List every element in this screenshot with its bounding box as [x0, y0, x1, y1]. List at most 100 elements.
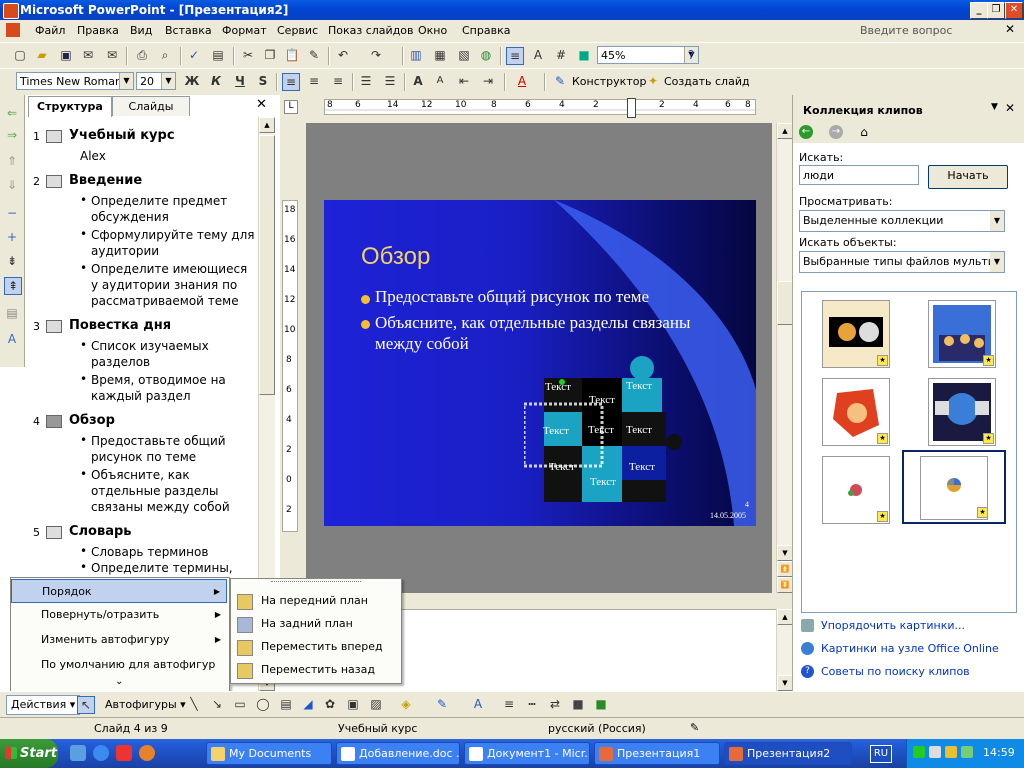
decrease-indent-icon[interactable]: ⇤ — [456, 73, 472, 89]
task-my-documents[interactable]: My Documents — [206, 742, 332, 765]
quicklaunch-ie-icon[interactable] — [93, 745, 109, 761]
scroll-down-icon[interactable]: ▼ — [777, 545, 793, 561]
search-input[interactable]: люди — [799, 165, 919, 185]
3d-icon[interactable]: ■ — [593, 696, 609, 712]
slide-title-text[interactable]: Обзор — [361, 243, 430, 271]
arrow-style-icon[interactable]: ⇄ — [547, 696, 563, 712]
tab-slides[interactable]: Слайды — [112, 96, 190, 116]
arrow-icon[interactable]: ↘ — [209, 696, 225, 712]
clip-thumbnail[interactable]: ★ — [928, 378, 996, 446]
tray-security-icon[interactable] — [945, 746, 957, 758]
print-icon[interactable]: ⎙ — [134, 47, 150, 63]
numbering-icon[interactable]: ☰ — [358, 73, 374, 89]
underline-button[interactable]: Ч — [232, 73, 248, 89]
media-types-select[interactable]: Выбранные типы файлов мультимед ▼ — [799, 251, 1005, 273]
copy-icon[interactable]: ❐ — [262, 47, 278, 63]
clip-thumbnail[interactable]: ★ — [822, 300, 890, 368]
bring-forward-item[interactable]: Переместить вперед — [231, 635, 399, 659]
wordart-icon[interactable]: ◢ — [300, 696, 316, 712]
hyperlink-icon[interactable]: ◍ — [478, 47, 494, 63]
prev-slide-icon[interactable]: ⏫ — [777, 561, 793, 577]
color-grayscale-icon[interactable]: ■ — [576, 47, 592, 63]
scroll-down-icon[interactable]: ▼ — [777, 675, 793, 691]
office-online-link[interactable]: Картинки на узле Office Online — [821, 642, 999, 655]
promote-icon[interactable]: ⇐ — [4, 105, 20, 121]
menu-insert[interactable]: Вставка — [165, 24, 212, 37]
menu-tools[interactable]: Сервис — [277, 24, 318, 37]
new-icon[interactable]: ▢ — [12, 47, 28, 63]
paste-icon[interactable]: 📋 — [284, 47, 300, 63]
collapse-icon[interactable]: − — [4, 205, 20, 221]
demote-icon[interactable]: ⇒ — [4, 127, 20, 143]
collections-select[interactable]: Выделенные коллекции ▼ — [799, 210, 1005, 232]
increase-indent-icon[interactable]: ⇥ — [480, 73, 496, 89]
vertical-ruler[interactable]: 18 16 14 12 10 8 6 4 2 0 2 — [282, 200, 298, 532]
save-icon[interactable]: ▣ — [58, 47, 74, 63]
tab-outline[interactable]: Структура — [28, 96, 112, 117]
decrease-font-icon[interactable]: A — [432, 73, 448, 89]
maximize-icon[interactable]: ❐ — [987, 2, 1005, 19]
oval-icon[interactable]: ◯ — [255, 696, 271, 712]
tray-network-icon[interactable] — [929, 746, 941, 758]
home-icon[interactable]: ⌂ — [857, 125, 871, 139]
summary-slide-icon[interactable]: ▤ — [4, 305, 20, 321]
help-icon[interactable]: ? — [683, 47, 699, 63]
back-icon[interactable]: ← — [799, 125, 813, 139]
close-pane-icon[interactable]: ✕ — [256, 97, 267, 112]
designer-button[interactable]: Конструктор — [572, 75, 646, 88]
clip-thumbnail[interactable]: ★ — [928, 300, 996, 368]
slide-scrollbar[interactable]: ▲ ▼ ⏫ ⏬ — [776, 123, 793, 593]
scroll-up-icon[interactable]: ▲ — [777, 609, 793, 625]
line-icon[interactable]: ╲ — [186, 696, 202, 712]
shadow-button[interactable]: S — [255, 73, 271, 89]
slide-bullet-2[interactable]: Объясните, как отдельные разделы связаны… — [375, 312, 695, 354]
powerpoint-app-icon[interactable] — [3, 3, 19, 19]
line-style-icon[interactable]: ≡ — [501, 696, 517, 712]
spell-check-icon[interactable]: ✎ — [690, 721, 706, 735]
menu-item-rotate[interactable]: Повернуть/отразить ▶ — [11, 603, 227, 627]
quicklaunch-desktop-icon[interactable] — [70, 745, 86, 761]
organize-clips-link[interactable]: Упорядочить картинки... — [821, 619, 965, 632]
show-formatting-icon[interactable]: A — [4, 331, 20, 347]
clip-thumbnail[interactable]: ★ — [822, 378, 890, 446]
rectangle-icon[interactable]: ▭ — [232, 696, 248, 712]
font-color-icon[interactable]: A — [470, 696, 486, 712]
task-presentation-2[interactable]: Презентация2 — [724, 742, 852, 765]
indent-marker-icon[interactable] — [627, 98, 636, 118]
email-icon[interactable]: ✉ — [104, 47, 120, 63]
clip-thumbnail[interactable]: ★ — [822, 456, 890, 524]
select-objects-icon[interactable]: ↖ — [77, 696, 95, 714]
align-left-icon[interactable]: ≡ — [282, 73, 300, 91]
scroll-thumb[interactable] — [777, 281, 793, 325]
spelling-icon[interactable]: ✓ — [186, 47, 202, 63]
menu-item-change-autoshape[interactable]: Изменить автофигуру ▶ — [11, 628, 227, 652]
bold-button[interactable]: Ж — [184, 73, 200, 89]
language-indicator[interactable]: RU — [870, 745, 892, 763]
expand-all-outline-icon[interactable]: ⇞ — [4, 277, 22, 295]
designer-icon[interactable]: ✎ — [552, 73, 568, 89]
clipart-icon[interactable]: ▣ — [345, 696, 361, 712]
new-slide-button[interactable]: Создать слайд — [664, 75, 750, 88]
cut-icon[interactable]: ✂ — [240, 47, 256, 63]
bullets-icon[interactable]: ☰ — [382, 73, 398, 89]
move-up-icon[interactable]: ⇑ — [4, 153, 20, 169]
preview-icon[interactable]: ⌕ — [157, 47, 173, 63]
menu-window[interactable]: Окно — [418, 24, 447, 37]
menu-edit[interactable]: Правка — [77, 24, 119, 37]
tray-volume-icon[interactable] — [961, 746, 973, 758]
align-center-icon[interactable]: ≡ — [306, 73, 322, 89]
research-icon[interactable]: ▤ — [210, 47, 226, 63]
redo-icon[interactable]: ↷ — [368, 47, 384, 63]
expand-icon[interactable]: + — [4, 229, 20, 245]
menu-item-order[interactable]: Порядок ▶ — [11, 579, 227, 603]
dash-style-icon[interactable]: ┅ — [524, 696, 540, 712]
minimize-icon[interactable]: _ — [970, 2, 988, 19]
increase-font-icon[interactable]: A — [410, 73, 426, 89]
tray-app-icon[interactable] — [913, 746, 925, 758]
expand-menu-icon[interactable]: ⌄ — [115, 676, 123, 687]
scroll-thumb[interactable] — [259, 135, 275, 395]
table-icon[interactable]: ▦ — [432, 47, 448, 63]
search-go-button[interactable]: Начать — [928, 165, 1008, 189]
menu-slideshow[interactable]: Показ слайдов — [328, 24, 414, 37]
menu-item-autoshape-defaults[interactable]: По умолчанию для автофигур — [11, 653, 227, 677]
